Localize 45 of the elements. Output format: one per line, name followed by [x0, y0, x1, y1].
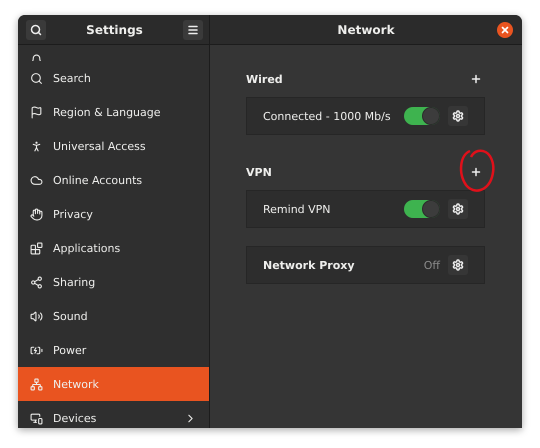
sidebar-item[interactable]: Online Accounts	[18, 163, 209, 197]
gear-icon	[452, 203, 464, 215]
search-icon	[30, 72, 43, 84]
share-icon	[30, 276, 43, 288]
blocks-icon	[30, 242, 43, 254]
search-icon	[30, 24, 42, 36]
panel-title: Network	[337, 22, 395, 36]
menu-button[interactable]	[183, 20, 203, 40]
settings-button[interactable]	[448, 106, 468, 126]
devices-icon	[30, 412, 43, 424]
section-heading: VPN	[246, 166, 272, 178]
search-button[interactable]	[26, 20, 46, 40]
section-heading: Wired	[246, 72, 283, 86]
sidebar-item[interactable]: Power	[18, 333, 209, 367]
sidebar-item[interactable]: Search	[18, 61, 209, 95]
settings-button[interactable]	[448, 199, 468, 219]
sidebar-title: Settings	[86, 22, 143, 36]
plus-icon	[470, 73, 482, 85]
toggle-switch[interactable]	[404, 200, 440, 218]
close-icon	[500, 25, 510, 35]
battery-icon	[30, 344, 43, 356]
cloud-icon	[30, 174, 43, 186]
sidebar-item[interactable]: Privacy	[18, 197, 209, 231]
sidebar-item[interactable]: Universal Access	[18, 129, 209, 163]
person-icon	[30, 140, 43, 152]
proxy-label: Network Proxy	[263, 258, 356, 272]
settings-button[interactable]	[448, 255, 468, 275]
connection-label: Connected - 1000 Mb/s	[263, 110, 392, 122]
proxy-status: Off	[424, 258, 440, 272]
hand-icon	[30, 208, 43, 220]
toggle-switch[interactable]	[404, 107, 440, 125]
plus-icon	[470, 166, 482, 178]
connection-label: Remind VPN	[263, 202, 332, 216]
close-button[interactable]	[497, 22, 513, 38]
network-icon	[30, 378, 43, 390]
sidebar-item[interactable]: Sharing	[18, 265, 209, 299]
sidebar-item[interactable]: Applications	[18, 231, 209, 265]
gear-icon	[452, 259, 464, 271]
sidebar-item[interactable]: Region & Language	[18, 95, 209, 129]
gear-icon	[452, 110, 464, 122]
speaker-icon	[30, 310, 43, 322]
flag-icon	[30, 106, 43, 118]
sidebar-item[interactable]: Sound	[18, 299, 209, 333]
menu-icon	[187, 24, 199, 36]
sidebar-item[interactable]: Devices	[18, 401, 209, 428]
